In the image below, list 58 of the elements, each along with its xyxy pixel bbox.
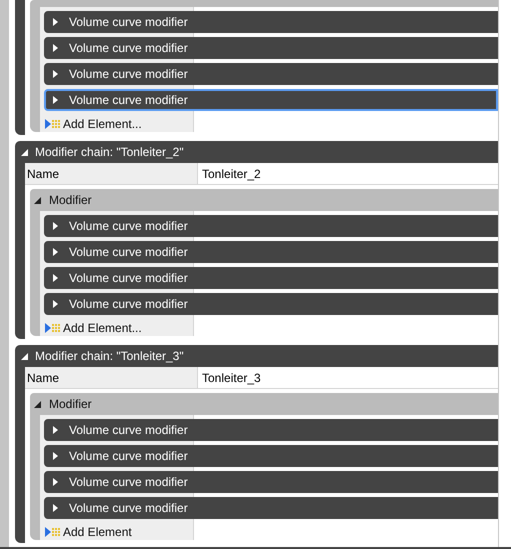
expand-arrow-icon[interactable] xyxy=(53,18,58,26)
modifier-row[interactable]: Volume curve modifier xyxy=(44,11,498,33)
modifier-row-label: Volume curve modifier xyxy=(69,41,188,55)
name-label-cell: Name xyxy=(25,367,198,388)
modifier-row-label: Volume curve modifier xyxy=(69,271,188,285)
name-label-cell: Name xyxy=(25,163,198,184)
modifier-row[interactable]: Volume curve modifier xyxy=(44,419,498,441)
modifier-row-label: Volume curve modifier xyxy=(69,219,188,233)
add-element-link[interactable]: Add Element... xyxy=(63,320,142,334)
add-element-icon xyxy=(45,118,60,128)
modifier-row-label: Volume curve modifier xyxy=(69,297,188,311)
expand-arrow-icon[interactable] xyxy=(53,504,58,512)
modifier-row-label: Volume curve modifier xyxy=(69,475,188,489)
collapse-arrow-icon[interactable] xyxy=(21,148,28,156)
expand-arrow-icon[interactable] xyxy=(53,70,58,78)
modifier-row[interactable]: Volume curve modifier xyxy=(44,267,498,289)
modifier-row-label: Volume curve modifier xyxy=(69,15,188,29)
collapse-arrow-icon[interactable] xyxy=(34,400,41,408)
modifier-row[interactable]: Volume curve modifier xyxy=(44,215,498,237)
expand-arrow-icon[interactable] xyxy=(53,248,58,256)
modifier-row-label: Volume curve modifier xyxy=(69,93,188,107)
modifier-row-label: Volume curve modifier xyxy=(69,67,188,81)
modifier-row-label: Volume curve modifier xyxy=(69,423,188,437)
modifier-row-label: Volume curve modifier xyxy=(69,245,188,259)
expand-arrow-icon[interactable] xyxy=(53,426,58,434)
collapse-arrow-icon[interactable] xyxy=(34,196,41,204)
modifier-row[interactable]: Volume curve modifier xyxy=(44,63,498,85)
expand-arrow-icon[interactable] xyxy=(53,274,58,282)
modifier-row-label: Volume curve modifier xyxy=(69,449,188,463)
modifier-group-title: Modifier xyxy=(49,193,92,207)
add-element-icon xyxy=(45,322,60,332)
modifier-chain-header[interactable]: Modifier chain: "Tonleiter_2" xyxy=(15,141,498,163)
collapse-arrow-icon[interactable] xyxy=(21,352,28,360)
modifier-row[interactable]: Volume curve modifier xyxy=(44,293,498,315)
modifier-row[interactable]: Volume curve modifier xyxy=(44,497,498,519)
expand-arrow-icon[interactable] xyxy=(53,44,58,52)
modifier-group-header[interactable]: Modifier xyxy=(30,393,498,415)
modifier-row[interactable]: Volume curve modifier xyxy=(44,471,498,493)
modifier-row[interactable]: Volume curve modifier xyxy=(44,37,498,59)
modifier-row[interactable]: Volume curve modifier xyxy=(44,445,498,467)
expand-arrow-icon[interactable] xyxy=(53,452,58,460)
expand-arrow-icon[interactable] xyxy=(53,300,58,308)
modifier-chain-title: Modifier chain: "Tonleiter_2" xyxy=(35,145,184,159)
modifier-group-title: Modifier xyxy=(49,397,92,411)
modifier-chain-title: Modifier chain: "Tonleiter_3" xyxy=(35,349,184,363)
add-element-link[interactable]: Add Element... xyxy=(63,116,142,130)
expand-arrow-icon[interactable] xyxy=(53,96,58,104)
add-element-link[interactable]: Add Element xyxy=(63,524,132,538)
modifier-row[interactable]: Volume curve modifier xyxy=(44,241,498,263)
expand-arrow-icon[interactable] xyxy=(53,222,58,230)
name-value-cell[interactable]: Tonleiter_2 xyxy=(198,163,498,184)
add-element-icon xyxy=(45,526,60,536)
modifier-chain-header[interactable]: Modifier chain: "Tonleiter_3" xyxy=(15,345,498,367)
modifier-group-header[interactable]: Modifier xyxy=(30,189,498,211)
modifier-row[interactable]: Volume curve modifier xyxy=(44,89,498,111)
name-value-cell[interactable]: Tonleiter_3 xyxy=(198,367,498,388)
expand-arrow-icon[interactable] xyxy=(53,478,58,486)
modifier-row-label: Volume curve modifier xyxy=(69,501,188,515)
